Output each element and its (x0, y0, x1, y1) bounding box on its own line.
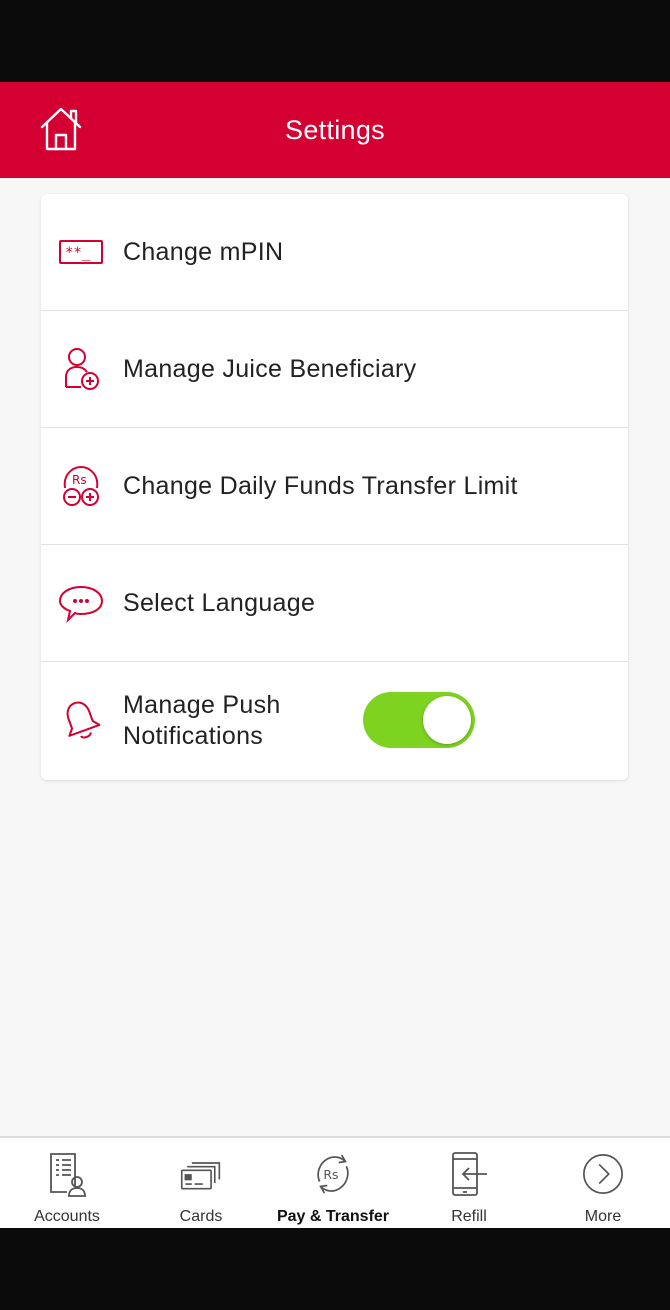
system-nav-area (0, 1228, 670, 1310)
svg-text:**_: **_ (65, 245, 91, 261)
tab-refill[interactable]: Refill (402, 1138, 536, 1230)
settings-screen: **_ Change mPIN Manage Juice Beneficiary (0, 178, 670, 1136)
refill-icon (447, 1150, 491, 1198)
tab-label: Refill (451, 1208, 487, 1225)
tab-label: Pay & Transfer (276, 1208, 390, 1225)
tab-accounts[interactable]: Accounts (0, 1138, 134, 1230)
tab-more[interactable]: More (536, 1138, 670, 1230)
page-title: Settings (285, 115, 385, 145)
settings-item-push-notifications: Manage Push Notifications (41, 662, 628, 780)
app-header: Settings (0, 82, 670, 178)
tab-label: Cards (179, 1208, 223, 1225)
svg-text:Rs: Rs (323, 1167, 338, 1182)
chat-bubble-icon (57, 579, 105, 627)
pin-card-icon: **_ (57, 228, 105, 276)
chevron-right-circle-icon (581, 1150, 625, 1198)
svg-text:Rs: Rs (72, 473, 87, 487)
tab-pay-transfer[interactable]: Rs Pay & Transfer (266, 1138, 400, 1230)
toggle-knob (423, 696, 471, 744)
push-notifications-toggle[interactable] (363, 692, 475, 748)
settings-item-label: Select Language (123, 588, 316, 617)
cards-icon (179, 1150, 223, 1198)
tab-cards[interactable]: Cards (134, 1138, 268, 1230)
settings-item-change-daily-limit[interactable]: Rs Change Daily Funds Transfer Limit (41, 428, 628, 545)
tab-label: More (584, 1208, 622, 1225)
settings-list: **_ Change mPIN Manage Juice Beneficiary (41, 194, 628, 780)
add-user-icon (57, 345, 105, 393)
rupee-limit-icon: Rs (57, 462, 105, 510)
status-bar-area (0, 0, 670, 82)
settings-item-change-mpin[interactable]: **_ Change mPIN (41, 194, 628, 311)
accounts-icon (45, 1150, 89, 1198)
settings-item-label: Manage Push Notifications (123, 691, 281, 750)
settings-item-select-language[interactable]: Select Language (41, 545, 628, 662)
bottom-tab-bar: Accounts Cards Rs Pay & Transfer Refill … (0, 1136, 670, 1228)
bell-icon (57, 697, 105, 745)
pay-transfer-icon: Rs (311, 1150, 355, 1198)
settings-item-label: Change Daily Funds Transfer Limit (123, 471, 518, 500)
settings-item-label: Change mPIN (123, 237, 284, 266)
tab-label: Accounts (34, 1208, 100, 1225)
settings-item-manage-juice-beneficiary[interactable]: Manage Juice Beneficiary (41, 311, 628, 428)
settings-item-label: Manage Juice Beneficiary (123, 354, 417, 383)
